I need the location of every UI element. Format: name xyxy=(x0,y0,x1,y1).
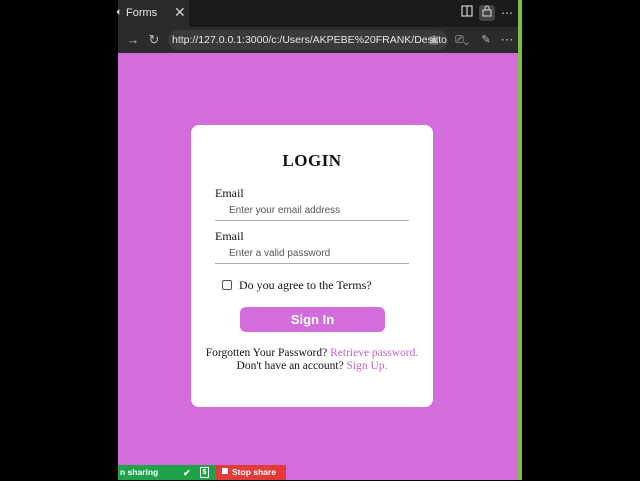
password-label: Email xyxy=(215,229,244,243)
screen-sharing-indicator: n sharing ✔ $ xyxy=(118,465,216,480)
address-bar: → ↻ http://127.0.0.1:3000/c:/Users/AKPEB… xyxy=(118,27,520,53)
window-edge xyxy=(518,0,522,480)
sign-up-link[interactable]: Sign Up. xyxy=(347,360,388,372)
url-text: http://127.0.0.1:3000/c:/Users/AKPEBE%20… xyxy=(172,34,448,46)
sharing-text: n sharing xyxy=(120,467,159,477)
forgot-password-line: Forgotten Your Password? Retrieve passwo… xyxy=(191,347,433,359)
dollar-icon: $ xyxy=(200,467,209,478)
signup-text: Don't have an account? xyxy=(236,360,344,372)
url-field[interactable]: http://127.0.0.1:3000/c:/Users/AKPEBE%20… xyxy=(168,30,448,50)
cast-icon[interactable]: ⎚⌄ xyxy=(454,32,470,48)
sign-in-button[interactable]: Sign In xyxy=(240,307,385,332)
terms-label: Do you agree to the Terms? xyxy=(239,278,372,292)
globe-icon: ◐ xyxy=(116,6,123,18)
split-view-icon[interactable] xyxy=(459,5,475,21)
stop-share-label: Stop share xyxy=(232,467,276,477)
stop-square-icon xyxy=(222,468,228,474)
forgot-text: Forgotten Your Password? xyxy=(205,347,328,359)
terms-checkbox[interactable] xyxy=(222,280,232,290)
more-options-icon[interactable]: ⋯ xyxy=(499,5,515,21)
forward-arrow-icon[interactable]: → xyxy=(125,32,141,48)
signup-line: Don't have an account? Sign Up. xyxy=(191,360,433,372)
close-tab-icon[interactable]: ✕ xyxy=(174,4,186,21)
browser-window: ◐ Forms ✕ ⋯ → ↻ http://127.0.0.1:3000/c:… xyxy=(116,0,520,480)
login-card: LOGIN Email Email Do you agree to the Te… xyxy=(191,125,433,407)
retrieve-password-link[interactable]: Retrieve password. xyxy=(330,347,418,359)
refresh-icon[interactable]: ↻ xyxy=(146,32,162,48)
extensions-icon[interactable]: ✎ xyxy=(478,32,494,48)
email-input[interactable] xyxy=(215,201,409,221)
lock-icon[interactable] xyxy=(479,5,495,21)
page-content: LOGIN Email Email Do you agree to the Te… xyxy=(118,53,518,480)
tab-forms[interactable]: ◐ Forms ✕ xyxy=(116,0,189,27)
password-input[interactable] xyxy=(215,244,409,264)
tab-title: Forms xyxy=(126,7,158,19)
email-label: Email xyxy=(215,186,244,200)
stop-share-button[interactable]: Stop share xyxy=(216,465,286,480)
shield-check-icon: ✔ xyxy=(183,468,191,478)
browser-menu-icon[interactable]: ⋯ xyxy=(499,32,515,48)
page-action-icon[interactable]: ▣ xyxy=(426,33,442,49)
login-title: LOGIN xyxy=(282,151,342,170)
tab-bar: ◐ Forms ✕ ⋯ xyxy=(116,0,520,27)
